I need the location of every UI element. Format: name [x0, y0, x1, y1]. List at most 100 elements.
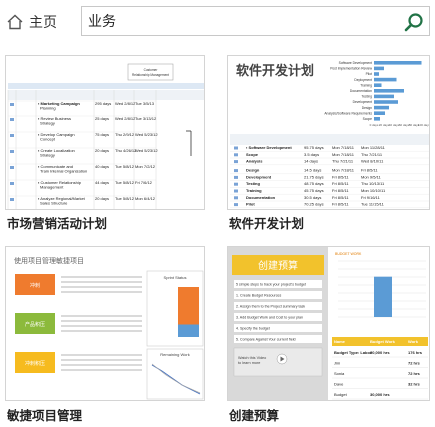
task-finish: Mon 6/4/12 — [135, 196, 156, 201]
task-name-cont: Strategy — [40, 121, 55, 126]
budget-row-work: 32 hrs — [408, 382, 421, 387]
task-finish: Mon 9/5/11 — [361, 174, 381, 179]
task-start: Fri 8/5/11 — [332, 181, 349, 186]
timeline-band — [8, 83, 204, 89]
task-start: Tue 5/8/12 — [115, 164, 135, 169]
task-start: Wed 2/8/12 — [115, 116, 136, 121]
sprint-remaining-bar — [178, 287, 199, 325]
agile-tile-label: 冲刺 — [30, 282, 40, 289]
task-finish: Mon 7/2/12 — [135, 164, 156, 169]
chart-bar — [374, 111, 385, 115]
chart-bar-label: Documentation — [350, 89, 372, 93]
template-label-software: 软件开发计划 — [229, 216, 305, 231]
budget-row-name: Budget Type: Labor — [334, 350, 372, 355]
task-duration: 3.5 days — [304, 152, 319, 157]
task-finish: Tue 3/5/13 — [135, 101, 155, 106]
chart-bar-label: Design — [362, 106, 372, 110]
preview-title-2: Relationship Management — [132, 73, 169, 77]
budget-row-name: Dave — [334, 382, 344, 387]
chart-bar — [374, 89, 404, 93]
chart-bar-label: Software Development — [339, 61, 372, 65]
task-duration: 20 days — [95, 196, 109, 201]
task-name: Scope — [246, 152, 259, 157]
task-finish: Mon 10/10/11 — [361, 188, 386, 193]
task-start: Fri 8/5/11 — [332, 174, 349, 179]
chart-bar-label: Development — [353, 100, 373, 104]
task-finish: Wed 5/23/12 — [135, 148, 158, 153]
task-start: Thu 7/21/11 — [332, 159, 354, 164]
task-duration: 30.5 days — [304, 195, 321, 200]
chart-bar-label: Training — [360, 83, 372, 87]
task-start: Tue 5/8/12 — [115, 180, 135, 185]
task-name: Testing — [246, 181, 260, 186]
preview-heading: 软件开发计划 — [236, 63, 314, 79]
chart-bar — [374, 77, 397, 82]
task-name-cont: Train Internal Organization — [40, 169, 87, 174]
task-finish: Wed 5/23/12 — [135, 132, 158, 137]
chart-bar-label: Scope — [363, 117, 373, 121]
task-start: Wed 2/8/12 — [115, 101, 136, 106]
budget-table-header-cell: Work — [408, 339, 419, 344]
task-duration: 20 days — [95, 148, 109, 153]
preview-heading: 使用项目管理敏捷项目 — [14, 256, 84, 265]
task-start: Fri 8/5/11 — [332, 202, 349, 207]
task-duration: 48.75 days — [304, 181, 324, 186]
chart-bar-label: Pilot — [366, 72, 372, 76]
remaining-work-title: Remaining Work — [160, 352, 190, 357]
budget-row-work: 72 hrs — [408, 361, 421, 366]
budget-chart-title: BUDGET WORK — [335, 252, 362, 256]
chart-bar-label: Deployment — [354, 78, 372, 82]
task-start: Fri 8/5/11 — [332, 195, 349, 200]
budget-preview: 创建预算 5 simple steps to track your project… — [228, 247, 429, 400]
task-mode-icon — [234, 175, 238, 179]
budget-table-header-cell: Name — [334, 339, 346, 344]
budget-step-text: 5 simple steps to track your project's b… — [236, 283, 306, 287]
task-duration: 25 days — [95, 116, 109, 121]
template-card-software[interactable]: 软件开发计划 Software Development Post Implement… — [227, 55, 430, 233]
budget-row-name: Jim — [334, 361, 341, 366]
marketing-plan-preview: CustomerRelationship Management▪ Marketi… — [6, 56, 204, 209]
search-button[interactable] — [403, 11, 425, 33]
template-card-agile[interactable]: 使用项目管理敏捷项目 冲刺 产品积压 冲刺积压 Sprint Status Remaini… — [5, 246, 205, 424]
chart-bar-label: Testing — [362, 95, 373, 99]
task-duration: 70.25 days — [304, 202, 324, 207]
template-card-budget[interactable]: 创建预算 5 simple steps to track your project… — [227, 246, 430, 424]
task-name: Development — [246, 174, 272, 179]
video-label-2: to learn more — [238, 361, 260, 365]
task-finish: Fri 8/5/11 — [361, 168, 378, 173]
task-duration: 75 days — [95, 132, 109, 137]
task-duration: 295 days — [95, 101, 111, 106]
search-box — [81, 6, 430, 36]
task-name: Pilot — [246, 202, 255, 207]
task-mode-icon — [234, 160, 238, 164]
video-label: Watch this Video — [238, 356, 266, 360]
home-button[interactable]: 主页 — [6, 10, 57, 34]
preview-title-box — [127, 63, 174, 81]
task-start: Mon 7/18/11 — [332, 152, 355, 157]
task-mode-icon — [234, 182, 238, 186]
task-mode-icon — [10, 182, 14, 185]
budget-row-name: Sonia — [334, 371, 345, 376]
task-mode-icon — [234, 203, 238, 207]
budget-row-name: Budget — [334, 392, 348, 397]
budget-step-text: 3. Add Budget Work and Cost to your plan — [236, 316, 303, 320]
template-thumbnail-marketing: Customer Relationship Management ▪ Marketi… — [5, 55, 205, 210]
template-card-marketing[interactable]: Customer Relationship Management ▪ Marketi… — [5, 55, 205, 233]
chart-bar — [374, 66, 384, 71]
chart-bar — [374, 72, 379, 76]
chart-bar — [374, 105, 389, 110]
budget-chart-bar — [374, 276, 392, 317]
task-name: Training — [246, 188, 262, 193]
task-start: Tue 5/8/12 — [115, 196, 135, 201]
chart-bar — [374, 61, 422, 65]
task-mode-icon — [10, 134, 14, 137]
column-header-band — [8, 90, 204, 100]
chart-bar — [374, 83, 382, 87]
template-thumbnail-agile: 使用项目管理敏捷项目 冲刺 产品积压 冲刺积压 Sprint Status Remaini… — [5, 246, 205, 401]
search-input[interactable] — [82, 7, 392, 35]
agile-tile-label: 冲刺积压 — [25, 360, 45, 367]
task-finish: Tue 3/13/12 — [135, 116, 157, 121]
budget-table-header-cell: Budget Work — [370, 339, 396, 344]
task-name-cont: Management — [40, 185, 64, 190]
task-duration: 14 days — [304, 159, 318, 164]
